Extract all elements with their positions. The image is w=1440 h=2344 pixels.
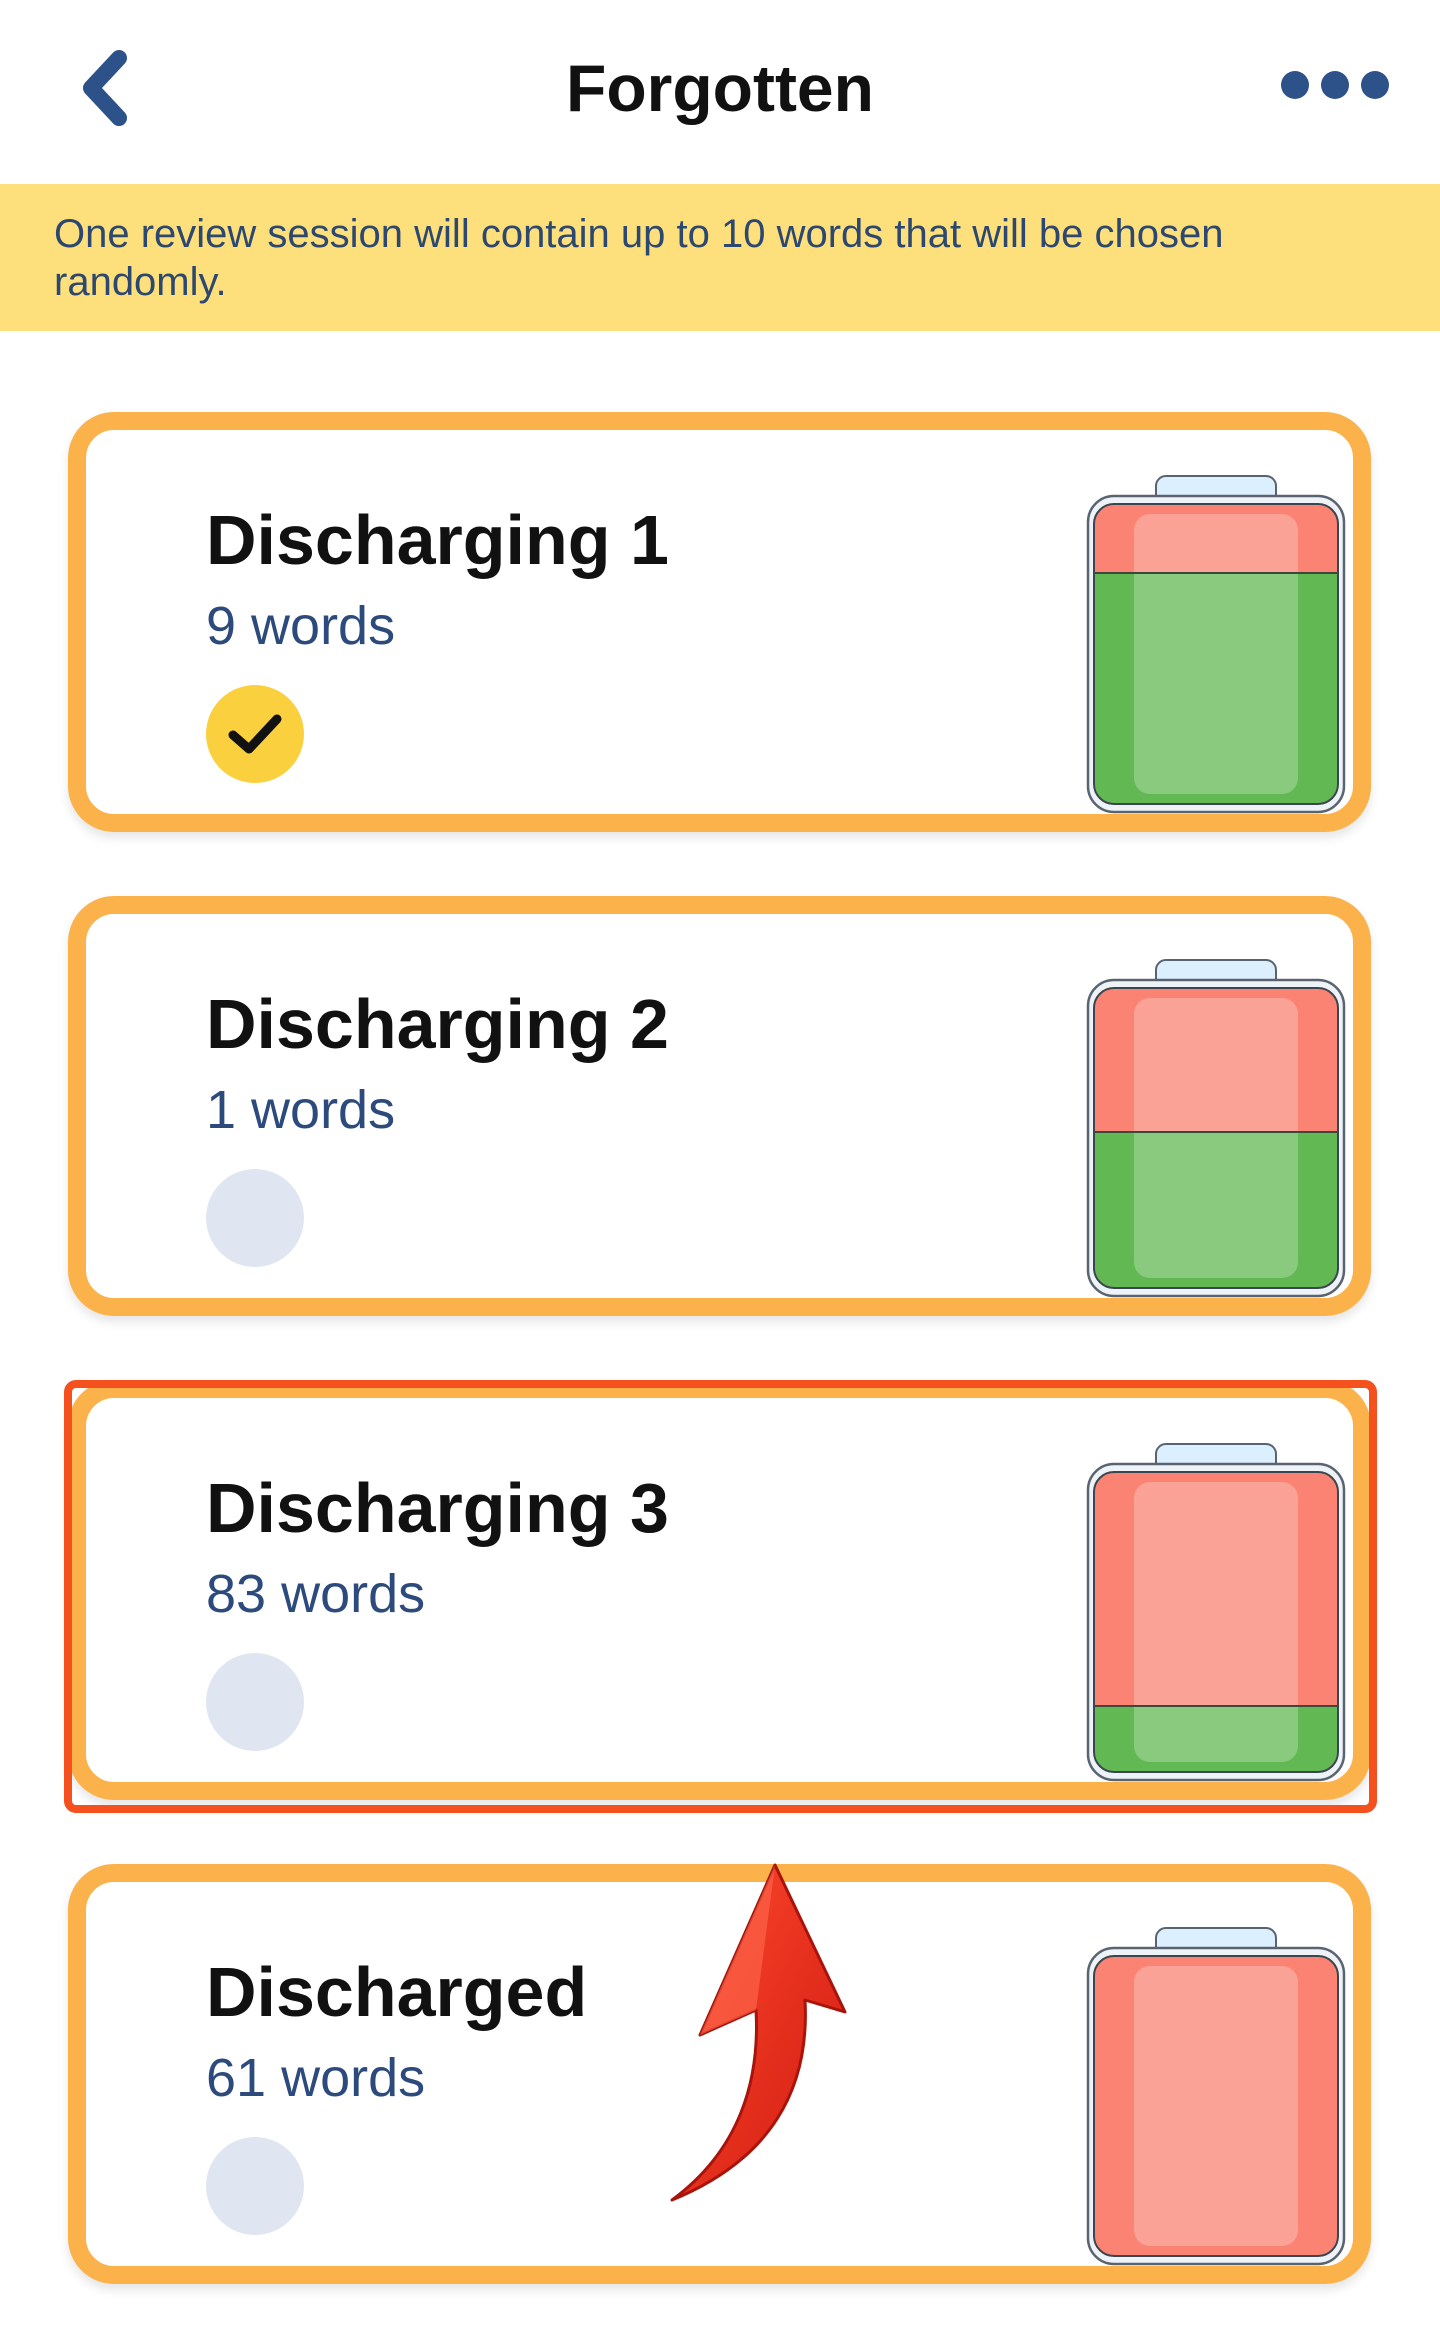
deck-word-count: 61 words <box>206 2048 426 2108</box>
deck-word-count: 9 words <box>206 596 396 656</box>
deck-card-discharging-2[interactable]: Discharging 2 1 words <box>68 896 1371 1316</box>
deck-card-discharging-1[interactable]: Discharging 1 9 words <box>68 412 1371 832</box>
battery-shine <box>1134 1966 1298 2246</box>
select-checkbox[interactable] <box>206 1653 304 1751</box>
app-header: Forgotten <box>0 0 1440 184</box>
select-checkbox[interactable] <box>206 1169 304 1267</box>
deck-card-discharged[interactable]: Discharged 61 words <box>68 1864 1371 2284</box>
battery-icon <box>1086 959 1346 1298</box>
battery-icon <box>1086 1443 1346 1782</box>
deck-word-count: 1 words <box>206 1080 396 1140</box>
deck-name: Discharging 1 <box>206 501 669 579</box>
battery-icon <box>1086 1927 1346 2266</box>
select-checkbox[interactable] <box>206 2137 304 2235</box>
battery-fill <box>1094 1956 1338 2256</box>
battery-fill <box>1094 1472 1338 1772</box>
page-title: Forgotten <box>566 51 874 125</box>
battery-shine <box>1134 998 1298 1278</box>
deck-name: Discharged <box>206 1953 588 2031</box>
checkmark-icon <box>228 714 282 754</box>
battery-fill <box>1094 504 1338 804</box>
more-options-button[interactable] <box>1270 50 1400 120</box>
deck-name: Discharging 2 <box>206 985 669 1063</box>
ellipsis-icon <box>1281 71 1389 99</box>
deck-name: Discharging 3 <box>206 1469 669 1547</box>
battery-shine <box>1134 1482 1298 1762</box>
deck-card-discharging-3[interactable]: Discharging 3 83 words <box>68 1380 1371 1800</box>
deck-word-count: 83 words <box>206 1564 426 1624</box>
battery-shine <box>1134 514 1298 794</box>
battery-fill <box>1094 988 1338 1288</box>
battery-icon <box>1086 475 1346 814</box>
select-checkbox[interactable] <box>206 685 304 783</box>
info-banner: One review session will contain up to 10… <box>0 184 1440 331</box>
info-banner-text: One review session will contain up to 10… <box>54 212 1224 304</box>
